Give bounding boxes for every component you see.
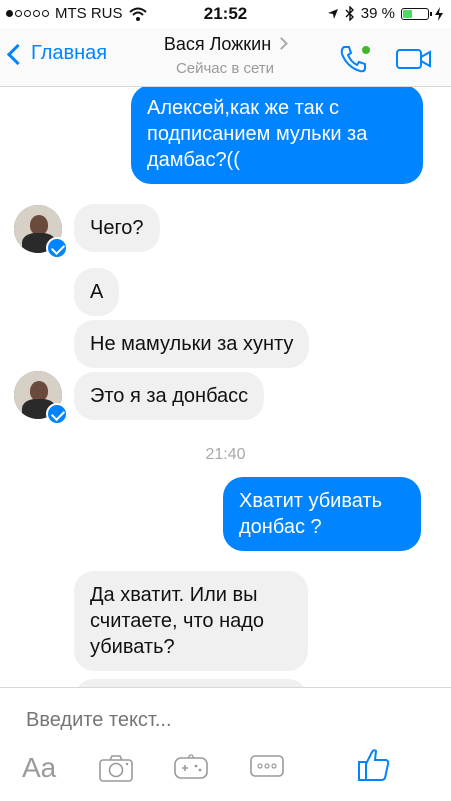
contact-name-row: Вася Ложкин <box>140 34 310 55</box>
message-composer: Aa <box>0 687 451 801</box>
bluetooth-icon <box>345 6 354 21</box>
game-controller-icon[interactable] <box>174 754 208 780</box>
battery-percent: 39 % <box>360 5 395 22</box>
message-bubble-incoming[interactable]: Да хватит. Или вы считаете, что надо уби… <box>74 571 308 671</box>
status-right: 39 % <box>327 5 443 22</box>
contact-title[interactable]: Вася Ложкин Сейчас в сети <box>140 34 310 77</box>
text-format-button[interactable]: Aa <box>22 752 56 784</box>
chevron-left-icon <box>6 43 29 66</box>
video-call-icon[interactable] <box>396 48 432 70</box>
message-bubble-outgoing[interactable]: Хватит убивать донбас ? <box>223 477 421 551</box>
thumbs-up-icon[interactable] <box>358 748 390 782</box>
back-button[interactable]: Главная <box>6 42 108 66</box>
back-label: Главная <box>31 42 108 64</box>
messenger-badge-icon <box>46 237 68 259</box>
message-bubble-outgoing[interactable]: Алексей,как же так с подписанием мульки … <box>131 87 423 184</box>
conversation-header: Главная Вася Ложкин Сейчас в сети <box>0 28 451 87</box>
message-bubble-incoming[interactable]: Это я за донбасс <box>74 372 265 420</box>
message-bubble-incoming[interactable]: Не мамульки за хунту <box>74 320 310 368</box>
charging-bolt-icon <box>435 6 443 21</box>
message-bubble-incoming[interactable]: А <box>74 268 120 316</box>
location-arrow-icon <box>327 8 338 19</box>
message-bubble-incoming-partial[interactable] <box>74 679 308 687</box>
message-input[interactable] <box>24 708 408 733</box>
messenger-badge-icon <box>46 403 68 425</box>
status-bar: MTS RUS 21:52 39 % <box>0 0 451 28</box>
message-list[interactable]: Алексей,как же так с подписанием мульки … <box>0 87 451 687</box>
message-timestamp: 21:40 <box>205 446 246 463</box>
contact-name: Вася Ложкин <box>163 34 272 54</box>
more-options-icon[interactable] <box>250 754 284 778</box>
message-bubble-incoming[interactable]: Чего? <box>74 204 160 252</box>
contact-status: Сейчас в сети <box>175 60 275 77</box>
camera-icon[interactable] <box>99 754 133 782</box>
chevron-right-icon <box>275 37 289 50</box>
battery-icon <box>401 7 432 20</box>
phone-call-icon[interactable] <box>338 44 372 74</box>
